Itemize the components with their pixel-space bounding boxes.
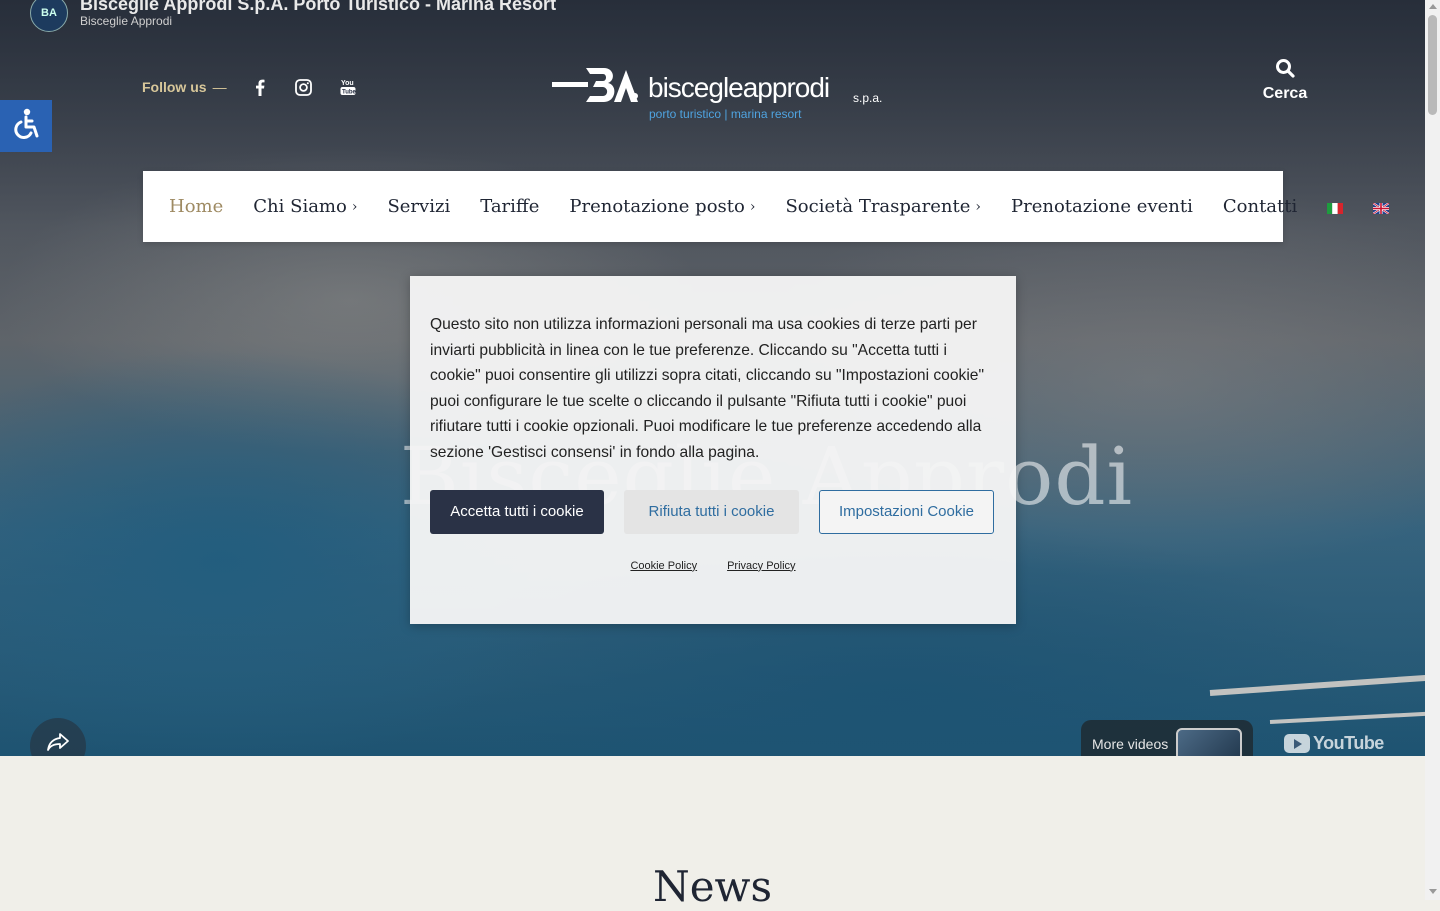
more-videos-thumbnail: [1176, 728, 1243, 756]
nav-item-chi-siamo[interactable]: Chi Siamo ›: [238, 196, 372, 217]
cookie-consent-dialog: Questo sito non utilizza informazioni pe…: [410, 276, 1016, 624]
search-icon: [1275, 59, 1295, 82]
cookie-settings-button[interactable]: Impostazioni Cookie: [819, 489, 994, 534]
logo-brand-text: biscegleapprodi: [648, 72, 829, 103]
cookie-policy-link[interactable]: Cookie Policy: [630, 560, 697, 572]
scroll-down-arrow-icon[interactable]: [1429, 889, 1437, 894]
main-navigation: Home Chi Siamo › Servizi Tariffe Prenotaz…: [143, 171, 1390, 242]
youtube-icon[interactable]: You Tube: [337, 76, 359, 98]
nav-item-tariffe[interactable]: Tariffe: [465, 196, 554, 217]
facebook-icon[interactable]: [249, 76, 271, 98]
more-videos-label: More videos: [1092, 736, 1169, 752]
site-logo[interactable]: biscegleapprodi s.p.a. porto turistico |…: [552, 64, 892, 124]
page-scrollbar[interactable]: [1425, 0, 1440, 900]
follow-us-label: Follow us: [142, 79, 207, 95]
english-flag-icon[interactable]: [1372, 201, 1390, 215]
svg-text:You: You: [341, 80, 354, 87]
nav-item-label: Prenotazione eventi: [1011, 196, 1193, 217]
accessibility-button[interactable]: [0, 100, 52, 152]
nav-item-servizi[interactable]: Servizi: [372, 196, 465, 217]
channel-avatar[interactable]: BA: [30, 0, 68, 32]
logo-suffix-text: s.p.a.: [853, 91, 882, 105]
nav-item-label: Tariffe: [480, 196, 540, 217]
privacy-policy-link[interactable]: Privacy Policy: [727, 560, 795, 572]
chevron-right-icon: ›: [749, 198, 756, 215]
youtube-video-title[interactable]: Bisceglie Approdi S.p.A. Porto Turistico…: [80, 0, 556, 14]
nav-item-societa-trasparente[interactable]: Società Trasparente ›: [770, 196, 996, 217]
youtube-logo[interactable]: YouTube: [1284, 733, 1384, 754]
nav-item-label: Società Trasparente: [785, 196, 971, 217]
nav-item-contatti[interactable]: Contatti: [1208, 196, 1312, 217]
accept-all-cookies-button[interactable]: Accetta tutti i cookie: [430, 489, 604, 534]
share-icon: [46, 732, 70, 756]
youtube-logo-text: YouTube: [1313, 733, 1384, 753]
accessibility-icon: [9, 107, 43, 146]
youtube-play-icon: [1284, 734, 1310, 753]
search-button[interactable]: Cerca: [1250, 58, 1320, 103]
news-heading: News: [652, 862, 773, 911]
logo-tagline-text: porto turistico | marina resort: [649, 107, 802, 121]
cookie-policy-links: Cookie Policy Privacy Policy: [430, 560, 996, 572]
follow-us-dash: —: [212, 79, 227, 95]
follow-us: Follow us — You Tube: [142, 76, 359, 98]
cookie-buttons: Accetta tutti i cookie Rifiuta tutti i c…: [430, 489, 996, 534]
scrollbar-thumb[interactable]: [1428, 15, 1437, 115]
nav-item-prenotazione-posto[interactable]: Prenotazione posto ›: [554, 196, 770, 217]
chevron-right-icon: ›: [975, 198, 981, 215]
reject-all-cookies-button[interactable]: Rifiuta tutti i cookie: [624, 489, 799, 534]
scroll-up-arrow-icon[interactable]: [1429, 4, 1437, 9]
svg-text:Tube: Tube: [342, 90, 356, 96]
nav-item-label: Chi Siamo: [253, 196, 347, 217]
youtube-video-header: BA Bisceglie Approdi S.p.A. Porto Turist…: [30, 0, 556, 32]
italian-flag-icon[interactable]: [1327, 201, 1344, 215]
nav-item-label: Home: [169, 196, 224, 217]
more-videos-button[interactable]: More videos: [1081, 720, 1253, 756]
nav-item-label: Prenotazione posto: [569, 196, 745, 217]
nav-item-label: Contatti: [1222, 196, 1298, 217]
cookie-consent-text: Questo sito non utilizza informazioni pe…: [430, 316, 984, 461]
nav-item-prenotazione-eventi[interactable]: Prenotazione eventi: [996, 196, 1208, 217]
nav-item-label: Servizi: [387, 196, 451, 217]
search-label: Cerca: [1262, 85, 1308, 102]
chevron-right-icon: ›: [351, 198, 358, 215]
nav-item-home[interactable]: Home: [143, 196, 238, 217]
youtube-channel-name[interactable]: Bisceglie Approdi: [80, 14, 556, 28]
instagram-icon[interactable]: [293, 76, 315, 98]
